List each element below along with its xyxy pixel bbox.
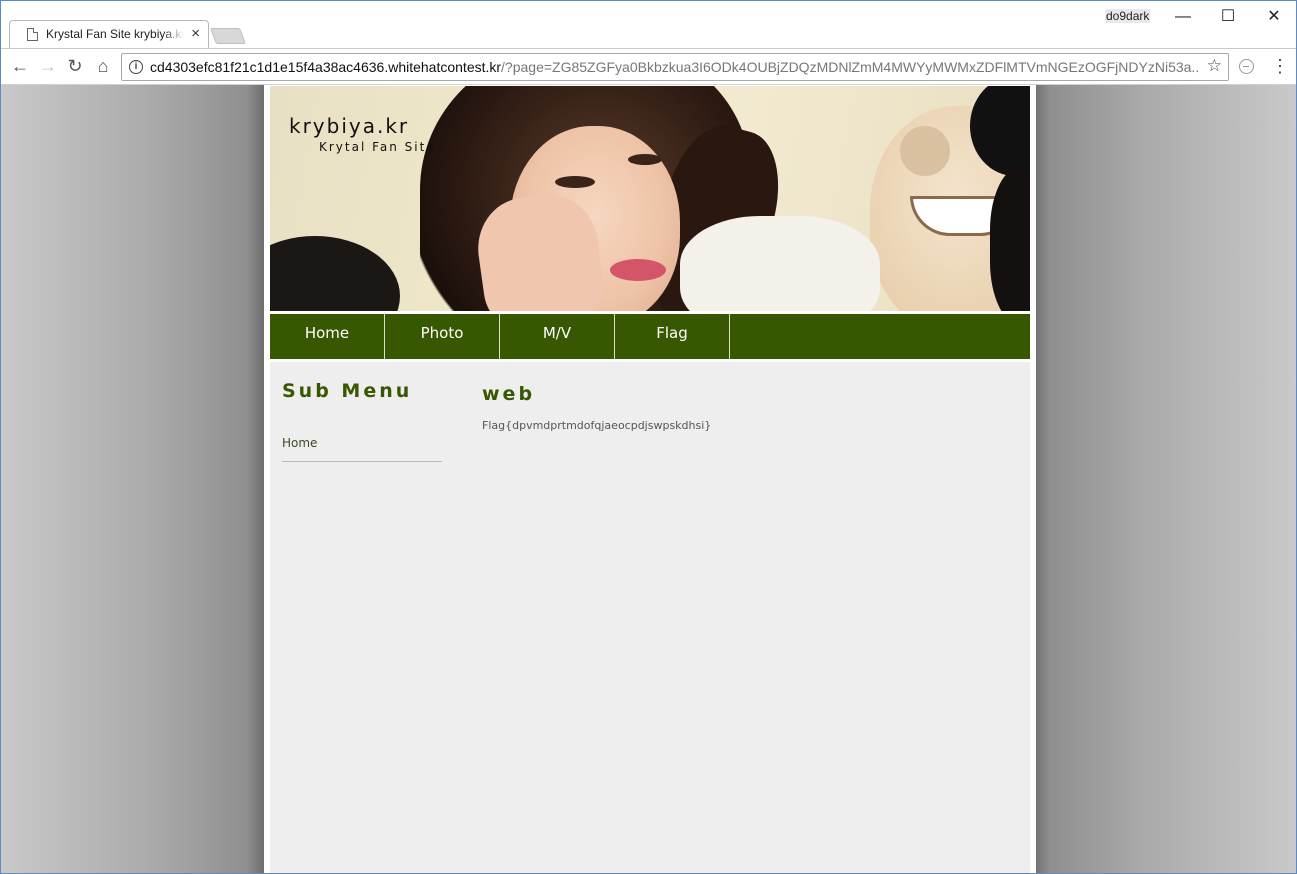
menu-icon[interactable]: ⋮ (1271, 55, 1289, 77)
nav-flag[interactable]: Flag (615, 314, 730, 359)
nav-photo[interactable]: Photo (385, 314, 500, 359)
banner-shirt (680, 216, 880, 311)
page-viewport: krybiya.kr Krytal Fan Site Home Photo M/… (1, 85, 1296, 873)
url-text[interactable]: cd4303efc81f21c1d1e15f4a38ac4636.whiteha… (150, 59, 1198, 75)
back-icon[interactable]: ← (9, 55, 31, 77)
url-path: /?page=ZG85ZGFya0Bkbzkua3I6ODk4OUBjZDQzM… (501, 59, 1198, 75)
home-icon[interactable]: ⌂ (92, 55, 114, 77)
browser-toolbar: ← → ↻ ⌂ i cd4303efc81f21c1d1e15f4a38ac46… (1, 48, 1296, 85)
browser-window: Krystal Fan Site krybiya.kr × do9dark — … (0, 0, 1297, 874)
site-tagline: Krytal Fan Site (319, 140, 436, 154)
title-bar: Krystal Fan Site krybiya.kr × do9dark — … (1, 1, 1296, 49)
banner-eye-left (555, 176, 595, 188)
banner-eye-right (628, 154, 662, 165)
content-area: Sub Menu Home web Flag{dpvmdprtmdofqjaeo… (270, 362, 1030, 873)
sidebar-link-home[interactable]: Home (282, 436, 442, 462)
main-nav: Home Photo M/V Flag (270, 314, 1030, 359)
forward-icon[interactable]: → (37, 55, 59, 77)
address-bar[interactable]: i cd4303efc81f21c1d1e15f4a38ac4636.white… (121, 53, 1229, 81)
tab-close-button[interactable]: × (191, 25, 200, 43)
banner-doll-eye (900, 126, 950, 176)
close-window-button[interactable]: ✕ (1259, 5, 1289, 29)
document-icon (27, 28, 38, 41)
flag-text: Flag{dpvmdprtmdofqjaeocpdjswpskdhsi} (482, 419, 712, 432)
site-container: krybiya.kr Krytal Fan Site Home Photo M/… (264, 85, 1036, 873)
maximize-button[interactable]: ☐ (1213, 5, 1243, 29)
reload-icon[interactable]: ↻ (64, 55, 86, 77)
nav-home[interactable]: Home (270, 314, 385, 359)
extension-icon[interactable] (1239, 59, 1254, 74)
nav-mv[interactable]: M/V (500, 314, 615, 359)
tab-title: Krystal Fan Site krybiya.kr (46, 27, 184, 41)
banner-shape (270, 236, 400, 311)
site-logo[interactable]: krybiya.kr (289, 114, 409, 138)
header-banner: krybiya.kr Krytal Fan Site (270, 86, 1030, 311)
info-icon[interactable]: i (129, 60, 143, 74)
sidebar-title: Sub Menu (282, 380, 413, 402)
url-host: cd4303efc81f21c1d1e15f4a38ac4636.whiteha… (150, 59, 502, 75)
new-tab-button[interactable] (210, 28, 246, 44)
profile-name[interactable]: do9dark (1105, 9, 1151, 23)
bookmark-star-icon[interactable]: ☆ (1207, 56, 1222, 76)
browser-tab[interactable]: Krystal Fan Site krybiya.kr × (9, 20, 209, 49)
minimize-button[interactable]: — (1168, 5, 1198, 29)
banner-lips (610, 259, 666, 281)
page-title: web (482, 383, 536, 405)
